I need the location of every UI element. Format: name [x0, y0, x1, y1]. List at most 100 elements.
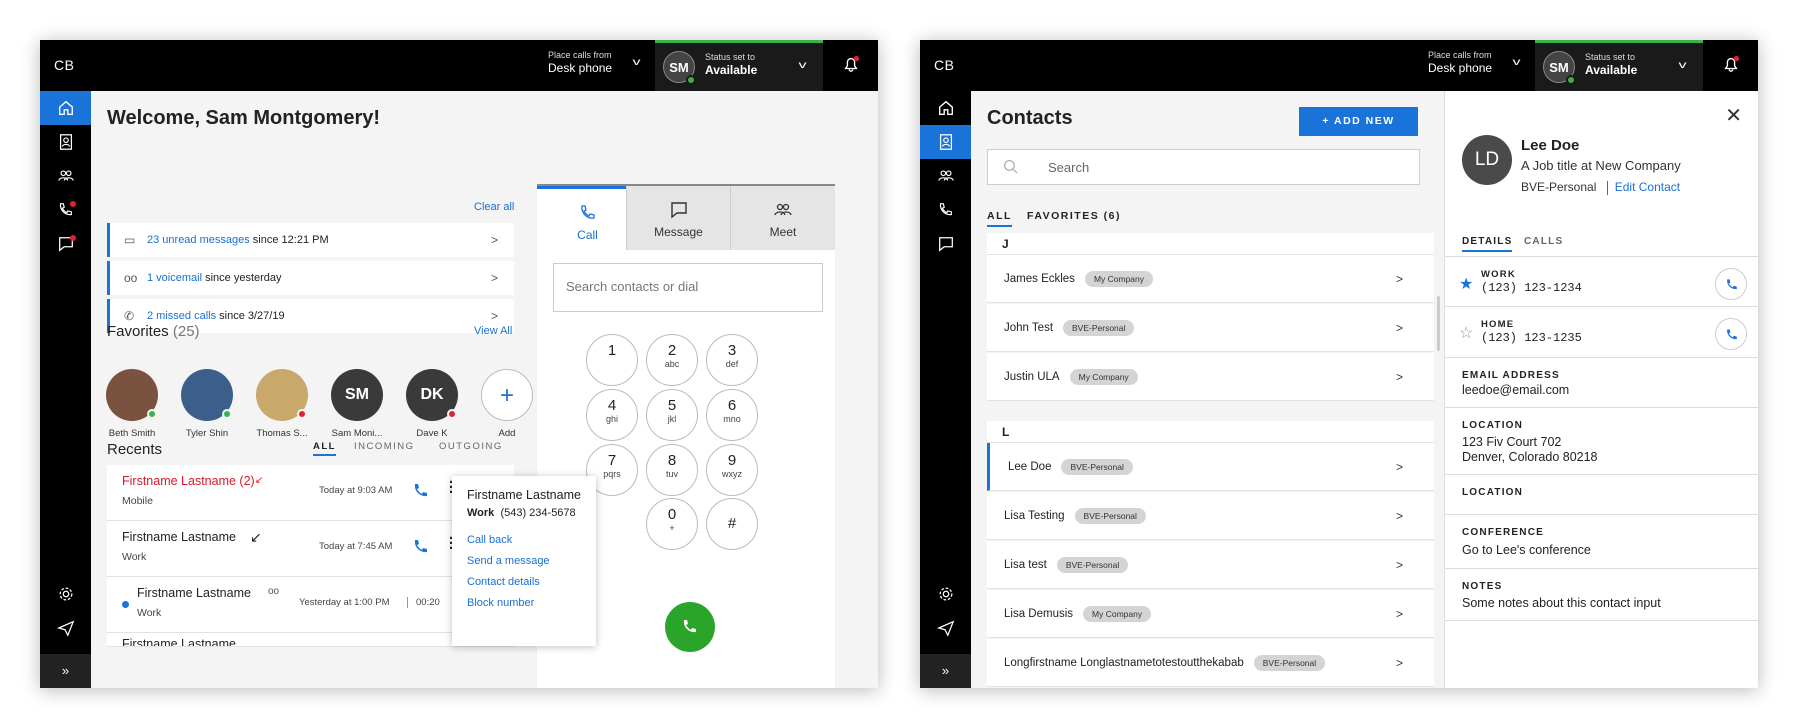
tab-favorites[interactable]: FAVORITES (6): [1027, 210, 1121, 222]
tab-message[interactable]: Message: [626, 186, 730, 250]
key-8[interactable]: 8 tuv: [646, 444, 698, 496]
key-2[interactable]: 2 abc: [646, 334, 698, 386]
contact-row[interactable]: Lisa Testing BVE-Personal >: [987, 492, 1434, 540]
voicemail-icon: oo: [268, 586, 280, 597]
star-outline-icon[interactable]: ☆: [1459, 323, 1473, 343]
notes-value: Some notes about this contact input: [1462, 596, 1661, 610]
nav-home[interactable]: [40, 91, 91, 125]
bell-icon[interactable]: [1722, 55, 1740, 73]
place-calls-from[interactable]: Place calls from Desk phone: [548, 50, 612, 74]
phone-icon: [1727, 279, 1737, 290]
unread-dot: [122, 601, 129, 608]
search-input[interactable]: Search: [987, 149, 1420, 185]
key-5[interactable]: 5 jkl: [646, 389, 698, 441]
clear-all-link[interactable]: Clear all: [474, 201, 514, 213]
call-work-button[interactable]: [1715, 268, 1747, 300]
dial-call-button[interactable]: [665, 602, 715, 652]
send-icon: [936, 620, 954, 637]
home-icon: [938, 100, 953, 115]
home-window: CB Place calls from Desk phone v SM Stat…: [40, 40, 878, 688]
expand-rail-button[interactable]: »: [40, 654, 91, 688]
chevron-right-icon: >: [490, 271, 498, 285]
nav-settings[interactable]: [920, 577, 971, 611]
contact-row[interactable]: John Test BVE-Personal >: [987, 304, 1434, 352]
contact-details-item[interactable]: Contact details: [467, 576, 540, 588]
view-all-link[interactable]: View All: [474, 325, 512, 337]
call-home-button[interactable]: [1715, 318, 1747, 350]
tab-calls[interactable]: CALLS: [1524, 236, 1563, 247]
status-selector[interactable]: SM Status set to Available v: [1535, 40, 1703, 91]
chevron-right-icon: >: [490, 309, 498, 323]
nav-send[interactable]: [920, 611, 971, 645]
key-9[interactable]: 9 wxyz: [706, 444, 758, 496]
bell-icon[interactable]: [842, 55, 860, 73]
app-logo: CB: [934, 57, 955, 73]
context-menu: Firstname Lastname Work (543) 234-5678 C…: [452, 476, 596, 646]
call-button[interactable]: [411, 481, 431, 501]
nav-messages[interactable]: [920, 227, 971, 261]
contact-row[interactable]: Lisa Demusis My Company >: [987, 590, 1434, 638]
key-1[interactable]: 1: [586, 334, 638, 386]
chevron-right-icon: >: [1395, 369, 1403, 384]
place-calls-from[interactable]: Place calls from Desk phone: [1428, 50, 1492, 74]
chevron-down-icon[interactable]: v: [1679, 60, 1687, 71]
edit-contact-link[interactable]: Edit Contact: [1615, 180, 1680, 194]
conference-link[interactable]: Go to Lee's conference: [1462, 543, 1591, 557]
contact-row[interactable]: James Eckles My Company >: [987, 255, 1434, 303]
nav-groups[interactable]: [40, 159, 91, 193]
favorites-heading: Favorites (25): [107, 323, 200, 340]
expand-rail-button[interactable]: »: [920, 654, 971, 688]
close-icon[interactable]: ✕: [1725, 103, 1742, 128]
alert-dot: [70, 235, 76, 241]
chevron-down-icon[interactable]: v: [799, 60, 807, 71]
notification-voicemail[interactable]: oo 1 voicemail since yesterday >: [107, 261, 514, 295]
star-icon[interactable]: ★: [1459, 274, 1473, 294]
contact-row-selected[interactable]: Lee Doe BVE-Personal >: [987, 443, 1434, 491]
chevron-down-icon[interactable]: v: [1513, 57, 1521, 68]
call-button[interactable]: [411, 537, 431, 557]
nav-contacts[interactable]: [920, 125, 971, 159]
tab-all[interactable]: ALL: [987, 210, 1012, 227]
tab-incoming[interactable]: INCOMING: [354, 441, 415, 452]
send-message-item[interactable]: Send a message: [467, 555, 550, 567]
tab-details[interactable]: DETAILS: [1462, 236, 1513, 252]
avatar: [256, 369, 308, 421]
favorite-beth-smith[interactable]: Beth Smith: [102, 369, 162, 439]
dial-search-input[interactable]: Search contacts or dial: [553, 263, 823, 312]
tab-call[interactable]: Call: [537, 186, 638, 250]
nav-messages[interactable]: [40, 227, 91, 261]
contact-row[interactable]: Longfirstname Longlastnametotestouttheka…: [987, 639, 1434, 687]
tab-outgoing[interactable]: OUTGOING: [439, 441, 503, 452]
call-back-item[interactable]: Call back: [467, 534, 512, 546]
key-3[interactable]: 3 def: [706, 334, 758, 386]
key-hash[interactable]: #: [706, 498, 758, 550]
tab-meet[interactable]: Meet: [730, 186, 835, 250]
add-favorite-button[interactable]: + Add: [477, 369, 537, 439]
nav-contacts[interactable]: [40, 125, 91, 159]
scrollbar[interactable]: [1437, 296, 1440, 351]
status-selector[interactable]: SM Status set to Available v: [655, 40, 823, 91]
nav-settings[interactable]: [40, 577, 91, 611]
key-4[interactable]: 4 ghi: [586, 389, 638, 441]
nav-groups[interactable]: [920, 159, 971, 193]
nav-home[interactable]: [920, 91, 971, 125]
key-6[interactable]: 6 mno: [706, 389, 758, 441]
add-new-button[interactable]: + ADD NEW: [1299, 107, 1418, 136]
avatar: SM: [331, 369, 383, 421]
chevron-right-icon: >: [1395, 271, 1403, 286]
contact-row[interactable]: Lisa test BVE-Personal >: [987, 541, 1434, 589]
nav-calls[interactable]: [920, 193, 971, 227]
nav-calls[interactable]: [40, 193, 91, 227]
favorite-sam[interactable]: SM Sam Moni...: [327, 369, 387, 439]
favorite-tyler-shin[interactable]: Tyler Shin: [177, 369, 237, 439]
favorite-dave-k[interactable]: DK Dave K: [402, 369, 462, 439]
nav-send[interactable]: [40, 611, 91, 645]
block-number-item[interactable]: Block number: [467, 597, 534, 609]
favorite-thomas[interactable]: Thomas S...: [252, 369, 312, 439]
contact-row[interactable]: Justin ULA My Company >: [987, 353, 1434, 401]
key-0[interactable]: 0 +: [646, 498, 698, 550]
chevron-down-icon[interactable]: v: [633, 57, 641, 68]
notification-messages[interactable]: ▭ 23 unread messages since 12:21 PM >: [107, 223, 514, 257]
contact-job: A Job title at New Company: [1521, 158, 1681, 173]
tab-all[interactable]: ALL: [313, 441, 336, 456]
